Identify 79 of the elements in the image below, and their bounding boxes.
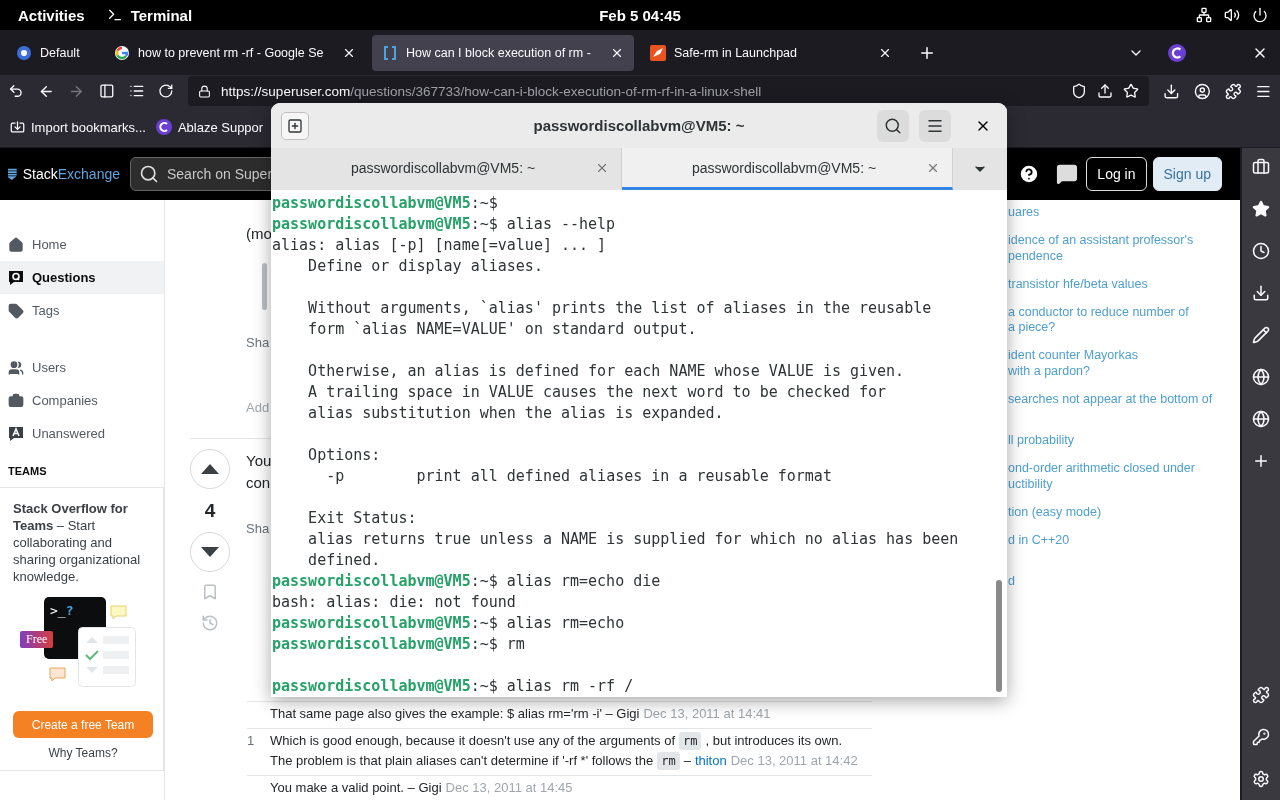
nav-item[interactable]: Questions (0, 261, 164, 294)
prompt-path: :~$ (470, 634, 498, 655)
terminal-output: form `alias NAME=VALUE' on standard output. (307, 319, 698, 340)
terminal-output: Options: (307, 445, 382, 466)
terminal-output: Exit Status: (307, 508, 418, 529)
logo-text: Stack (22, 166, 58, 182)
command-text: alias rm=echo (506, 613, 625, 634)
command-text: alias rm -rf / (506, 676, 634, 697)
activities-button[interactable]: Activities (18, 6, 85, 24)
comment-score: 1 (247, 733, 255, 748)
free-badge: Free (20, 631, 54, 648)
prompt-symbol: >_ (50, 603, 66, 620)
comment-text: That same page also gives the example: $ alias rm='rm -i' – Gigi (270, 706, 640, 721)
window-title: passwordiscollabvm@VM5: ~ (533, 117, 745, 134)
terminal-tab[interactable]: passwordiscollabvm@VM5: ~ (622, 148, 953, 190)
prompt-user: passwordiscollabvm@VM5 (272, 634, 471, 655)
terminal-output: A trailing space in VALUE causes the next word to be checked for (307, 382, 888, 403)
nav-item[interactable]: Unanswered (0, 417, 164, 450)
comment-text: , but introduces its own. (705, 733, 843, 748)
nav-item[interactable]: Tags (0, 294, 164, 327)
command-text: alias rm=echo die (506, 571, 661, 592)
comment-text: – (683, 753, 691, 768)
signup-button[interactable]: Sign up (1152, 157, 1222, 191)
inline-code: rm (657, 752, 680, 770)
terminal-output: Otherwise, an alias is defined for each NAME whose VALUE is given. (307, 361, 906, 382)
url-path: /questions/367733/how-can-i-block-execution-of-rm-rf-in-a-linux-shell (350, 83, 762, 99)
comment-text: The problem is that plain aliases can't determine if '-rf *' follows the (270, 753, 654, 768)
terminal-output: alias substitution when the alias is expanded. (307, 403, 725, 424)
vote-count: 4 (204, 500, 216, 522)
comment-date: Dec 13, 2011 at 14:42 (730, 753, 858, 768)
share-link[interactable]: Sha (246, 520, 270, 538)
prompt-user: passwordiscollabvm@VM5 (272, 613, 471, 634)
terminal-output: -p print all defined aliases in a reusable format (325, 466, 833, 487)
bookmark-item[interactable]: Import bookmarks... (10, 119, 146, 135)
browser-tab[interactable]: How can I block execution of rm - (372, 34, 634, 71)
nav-item[interactable]: Home (0, 228, 164, 261)
clock[interactable]: Feb 5 04:45 (599, 6, 681, 24)
browser-tab[interactable]: how to prevent rm -rf - Google Se (104, 34, 366, 71)
terminal-output: alias returns true unless a NAME is supplied for which no alias has been (307, 529, 960, 550)
app-menu[interactable]: Terminal (106, 6, 193, 24)
nav-item[interactable]: Users (0, 351, 164, 384)
comment-author-link[interactable]: thiton (694, 753, 727, 768)
comment-text: Which is good enough, because it doesn't use any of the arguments of (270, 733, 676, 748)
bookmark-item[interactable]: Ablaze Suppor (155, 119, 264, 135)
post-text: con (246, 473, 271, 493)
command-text: rm (506, 634, 525, 655)
command-text: alias --help (506, 214, 616, 235)
prompt-user: passwordiscollabvm@VM5 (272, 571, 471, 592)
prompt-path: :~$ (470, 193, 498, 214)
logo-text: Exchange (57, 166, 120, 182)
prompt-path: :~$ (470, 676, 498, 697)
login-button[interactable]: Log in (1086, 157, 1147, 191)
teams-description: Stack Overflow for Teams – Start collaborating and sharing organizational knowledge. (13, 500, 142, 585)
share-link[interactable]: Sha (246, 334, 270, 352)
terminal-output: bash: alias: die: not found (272, 592, 517, 613)
prompt-path: :~$ (470, 571, 498, 592)
prompt-path: :~$ (470, 214, 498, 235)
browser-tab[interactable]: Default (6, 34, 98, 71)
nav-item[interactable]: Companies (0, 384, 164, 417)
comment-date: Dec 13, 2011 at 14:41 (643, 706, 771, 721)
prompt-user: passwordiscollabvm@VM5 (272, 214, 471, 235)
browser-tab[interactable]: Safe-rm in Launchpad (640, 34, 902, 71)
terminal-output: Define or display aliases. (307, 256, 544, 277)
section-heading: TEAMS (7, 465, 48, 479)
prompt-mark: ? (65, 603, 74, 620)
url-host: https://superuser.com (221, 83, 351, 99)
comment-date: Dec 13, 2011 at 14:45 (445, 780, 573, 795)
post-text: (mo (246, 224, 272, 244)
terminal-output: defined. (307, 550, 382, 571)
prompt-user: passwordiscollabvm@VM5 (272, 193, 471, 214)
prompt-user: passwordiscollabvm@VM5 (272, 676, 471, 697)
terminal-output: Without arguments, `alias' prints the list of aliases in the reusable (307, 298, 933, 319)
comment-text: You make a valid point. – Gigi (270, 780, 442, 795)
url-field[interactable]: https://superuser.com/questions/367733/how-can-i-block-execution-of-rm-rf-in-a-linux-shell (188, 76, 1150, 106)
terminal-output: alias: alias [-p] [name[=value] ... ] (272, 235, 608, 256)
prompt-path: :~$ (470, 613, 498, 634)
post-text: You (246, 451, 272, 471)
why-teams-link[interactable]: Why Teams? (13, 746, 153, 760)
inline-code: rm (679, 732, 702, 750)
